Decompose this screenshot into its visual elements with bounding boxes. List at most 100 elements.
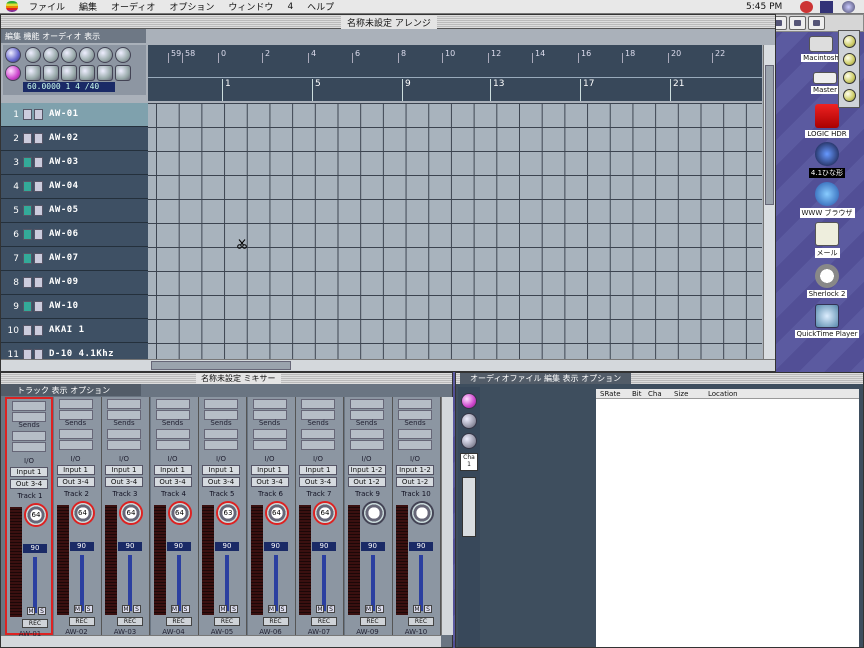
send-slot[interactable] xyxy=(155,429,190,439)
mute-button[interactable]: M xyxy=(73,605,82,613)
menu-edit[interactable]: 編集 xyxy=(72,0,104,13)
arrange-horizontal-scrollbar[interactable] xyxy=(1,359,775,371)
send-slot[interactable] xyxy=(252,429,287,439)
volume-fader[interactable] xyxy=(322,555,326,611)
pencil-tool-icon[interactable] xyxy=(5,65,21,81)
track-row[interactable]: 7 AW-07 xyxy=(1,247,148,271)
solo-button[interactable]: S xyxy=(424,605,432,613)
input-selector[interactable]: Input 1 xyxy=(10,467,48,477)
pause-button[interactable] xyxy=(43,47,59,63)
solo-button[interactable]: S xyxy=(133,605,141,613)
record-enable-button[interactable]: REC xyxy=(117,617,143,626)
mute-button[interactable]: M xyxy=(316,605,324,613)
track-solo-button[interactable] xyxy=(34,205,43,216)
apple-menu-icon[interactable] xyxy=(6,1,18,12)
desktop-icon-logic-hdr[interactable]: LOGIC HDR xyxy=(794,104,860,139)
pointer-tool-icon[interactable] xyxy=(5,47,21,63)
track-solo-button[interactable] xyxy=(34,133,43,144)
track-row[interactable]: 9 AW-10 xyxy=(1,295,148,319)
track-solo-button[interactable] xyxy=(34,301,43,312)
track-mute-button[interactable] xyxy=(23,277,32,288)
mixer-title-bar[interactable]: 名称未設定 ミキサー xyxy=(1,373,452,384)
send-slot[interactable] xyxy=(155,440,190,450)
column-cha[interactable]: Cha xyxy=(648,390,662,398)
palette-button-4[interactable] xyxy=(843,89,856,102)
record-enable-button[interactable]: REC xyxy=(359,617,386,626)
input-selector[interactable]: Input 1 xyxy=(299,465,337,475)
insert-slot[interactable] xyxy=(252,399,287,409)
desktop-icon-template[interactable]: 4.1ひな形 xyxy=(794,142,860,178)
mute-button[interactable]: M xyxy=(413,605,421,613)
volume-fader[interactable] xyxy=(128,555,132,611)
track-mute-button[interactable] xyxy=(23,205,32,216)
send-slot[interactable] xyxy=(58,440,93,450)
pan-knob[interactable]: 64 xyxy=(264,501,289,525)
mixer-vertical-scrollbar[interactable] xyxy=(441,397,453,635)
track-mute-button[interactable] xyxy=(23,349,32,359)
track-row[interactable]: 4 AW-04 xyxy=(1,175,148,199)
strip-button-19[interactable] xyxy=(789,16,806,30)
volume-fader[interactable] xyxy=(33,557,37,613)
drop-button[interactable] xyxy=(43,65,59,81)
record-enable-button[interactable]: REC xyxy=(68,617,95,626)
column-location[interactable]: Location xyxy=(708,390,738,398)
volume-fader[interactable] xyxy=(176,555,181,611)
volume-fader[interactable] xyxy=(370,555,375,611)
record-enable-button[interactable]: REC xyxy=(262,617,289,626)
bar-ruler[interactable]: 59 58 0 2 4 6 8 10 12 14 16 18 20 22 1 5 9 13 17 21 xyxy=(148,45,762,101)
send-slot[interactable] xyxy=(301,429,335,439)
insert-slot[interactable] xyxy=(58,399,93,409)
output-selector[interactable]: Out 3-4 xyxy=(105,477,143,487)
speaker-icon[interactable] xyxy=(461,433,477,449)
insert-slot[interactable] xyxy=(301,399,335,409)
track-row[interactable]: 6 AW-06 xyxy=(1,223,148,247)
input-selector[interactable]: Input 1-2 xyxy=(396,465,434,475)
forward-button[interactable] xyxy=(115,47,131,63)
send-slot[interactable] xyxy=(58,429,93,439)
play-button[interactable] xyxy=(61,47,77,63)
insert-slot[interactable] xyxy=(398,399,432,409)
track-mute-button[interactable] xyxy=(23,301,32,312)
track-mute-button[interactable] xyxy=(23,157,32,168)
pan-knob[interactable]: 64 xyxy=(24,503,48,527)
output-selector[interactable]: Out 3-4 xyxy=(299,477,337,487)
mute-button[interactable]: M xyxy=(170,605,179,613)
track-mute-button[interactable] xyxy=(23,325,32,336)
volume-fader[interactable] xyxy=(225,555,229,611)
palette-button-2[interactable] xyxy=(843,53,856,66)
input-selector[interactable]: Input 1 xyxy=(56,465,95,475)
palette-button-3[interactable] xyxy=(843,71,856,84)
desktop-icon-mail[interactable]: メール xyxy=(794,222,860,258)
input-selector[interactable]: Input 1-2 xyxy=(347,465,386,475)
input-selector[interactable]: Input 1 xyxy=(250,465,289,475)
track-row[interactable]: 3 AW-03 xyxy=(1,151,148,175)
arrange-title-bar[interactable]: 名称未設定 アレンジ xyxy=(1,15,775,29)
pan-knob[interactable] xyxy=(361,501,386,525)
desktop-icon-sherlock[interactable]: Sherlock 2 xyxy=(794,264,860,299)
volume-fader[interactable] xyxy=(419,555,423,611)
input-selector[interactable]: Input 1 xyxy=(202,465,240,475)
output-selector[interactable]: Out 3-4 xyxy=(56,477,95,487)
solo-button[interactable] xyxy=(61,65,77,81)
volume-fader[interactable] xyxy=(79,555,84,611)
replace-button[interactable] xyxy=(97,65,113,81)
send-slot[interactable] xyxy=(398,429,432,439)
column-size[interactable]: Size xyxy=(674,390,688,398)
cycle-button[interactable] xyxy=(25,65,41,81)
send-slot[interactable] xyxy=(252,440,287,450)
track-solo-button[interactable] xyxy=(34,229,43,240)
track-solo-button[interactable] xyxy=(34,253,43,264)
arrange-local-menu[interactable]: 編集 機能 オーディオ 表示 xyxy=(1,29,146,43)
track-solo-button[interactable] xyxy=(34,109,43,120)
record-enable-button[interactable]: REC xyxy=(214,617,240,626)
output-selector[interactable]: Out 3-4 xyxy=(153,477,192,487)
output-selector[interactable]: Out 3-4 xyxy=(10,479,48,489)
output-selector[interactable]: Out 3-4 xyxy=(202,477,240,487)
track-mute-button[interactable] xyxy=(23,229,32,240)
desktop-icon-browser[interactable]: WWW ブラウザ xyxy=(794,182,860,218)
solo-button[interactable]: S xyxy=(375,605,384,613)
mixer-local-menu[interactable]: トラック 表示 オプション xyxy=(1,384,141,396)
track-row[interactable]: 1 AW-01 xyxy=(1,103,148,127)
finder-icon[interactable] xyxy=(842,1,855,13)
click-button[interactable] xyxy=(115,65,131,81)
